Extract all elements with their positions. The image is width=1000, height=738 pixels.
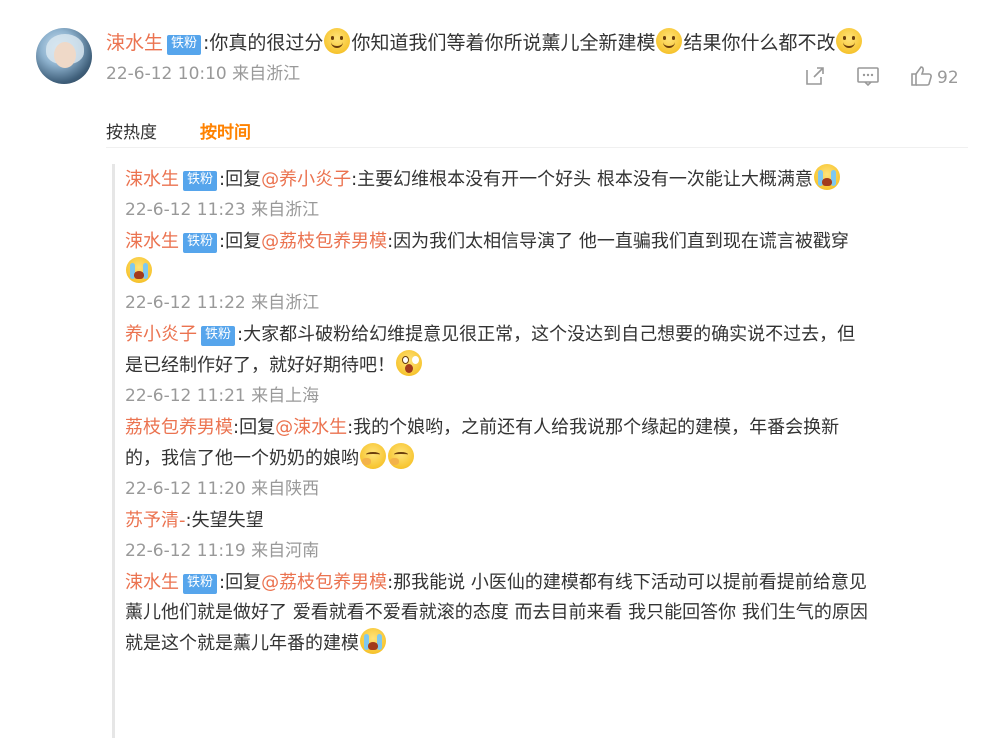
- cry-emoji-icon: [813, 164, 840, 190]
- fan-badge: 铁粉: [183, 233, 218, 253]
- cry-emoji-icon: [360, 628, 386, 654]
- like-icon[interactable]: [909, 64, 935, 92]
- reply-body: 的，我信了他一个奶奶的娘哟: [125, 448, 359, 469]
- main-comment-text: 涑水生 铁粉:你真的很过分 你知道我们等着你所说薰儿全新建模 结果你什么都不改: [106, 28, 976, 58]
- reply-text: 涑水生 铁粉:回复@养小炎子:主要幻维根本没有开一个好头 根本没有一次能让大概满意: [125, 164, 982, 195]
- reply-body: 薰儿他们就是做好了 爱看就看不爱看就滚的态度 而去目前来看 我只能回答你 我们生…: [125, 602, 868, 623]
- reply-text-continued: [125, 257, 982, 288]
- smile-emoji-icon: [656, 28, 683, 54]
- reply-author[interactable]: 涑水生: [125, 231, 179, 252]
- reply-body: :大家都斗破粉给幻维提意见很正常，这个没达到自己想要的确实说不过去，但: [237, 324, 856, 345]
- reply-item: 涑水生 铁粉:回复@养小炎子:主要幻维根本没有开一个好头 根本没有一次能让大概满意…: [125, 164, 982, 223]
- reply-body: :主要幻维根本没有开一个好头 根本没有一次能让大概满意: [351, 169, 813, 190]
- reply-body: :失望失望: [185, 510, 264, 531]
- mention-link[interactable]: @荔枝包养男模: [261, 231, 387, 252]
- like-count: 92: [937, 68, 959, 88]
- reply-item: 涑水生 铁粉:回复@荔枝包养男模:因为我们太相信导演了 他一直骗我们直到现在谎言被…: [125, 227, 982, 316]
- reply-body: 是已经制作好了，就好好期待吧！: [125, 355, 395, 376]
- fan-badge: 铁粉: [167, 35, 202, 55]
- reply-item: 涑水生 铁粉:回复@荔枝包养男模:那我能说 小医仙的建模都有线下活动可以提前看提前…: [125, 568, 982, 659]
- smile-emoji-icon: [324, 28, 351, 54]
- main-comment: 涑水生 铁粉:你真的很过分 你知道我们等着你所说薰儿全新建模 结果你什么都不改 22-…: [106, 28, 976, 86]
- reply-author[interactable]: 涑水生: [125, 169, 179, 190]
- reply-author[interactable]: 涑水生: [125, 572, 179, 593]
- reply-list: 涑水生 铁粉:回复@养小炎子:主要幻维根本没有开一个好头 根本没有一次能让大概满意…: [112, 164, 982, 738]
- fan-badge: 铁粉: [183, 574, 218, 594]
- smile-emoji-icon: [836, 28, 863, 54]
- share-icon[interactable]: [803, 64, 827, 92]
- reply-timestamp: 22-6-12 11:21 来自上海: [125, 386, 320, 406]
- reply-text: 养小炎子 铁粉:大家都斗破粉给幻维提意见很正常，这个没达到自己想要的确实说不过去，…: [125, 320, 982, 350]
- reply-body: :那我能说 小医仙的建模都有线下活动可以提前看提前给意见: [387, 572, 867, 593]
- reply-body: 就是这个就是薰儿年番的建模: [125, 633, 359, 654]
- reply-author[interactable]: 苏予清-: [125, 510, 186, 531]
- fan-badge: 铁粉: [201, 326, 236, 346]
- reply-timestamp: 22-6-12 11:20 来自陕西: [125, 479, 320, 499]
- fan-badge: 铁粉: [183, 171, 218, 191]
- cry-emoji-icon: [126, 257, 152, 283]
- reply-item: 荔枝包养男模:回复@涑水生:我的个娘哟，之前还有人给我说那个缘起的建模，年番会换…: [125, 413, 982, 502]
- thinking-emoji-icon: [360, 443, 386, 469]
- scared-emoji-icon: [396, 350, 422, 376]
- reply-text-continued: 就是这个就是薰儿年番的建模: [125, 628, 982, 659]
- thinking-emoji-icon: [388, 443, 414, 469]
- reply-text-continued: 薰儿他们就是做好了 爱看就看不爱看就滚的态度 而去目前来看 我只能回答你 我们生…: [125, 598, 982, 628]
- reply-text: 荔枝包养男模:回复@涑水生:我的个娘哟，之前还有人给我说那个缘起的建模，年番会换…: [125, 413, 982, 443]
- comment-icon[interactable]: [855, 64, 881, 92]
- mention-link[interactable]: @养小炎子: [261, 169, 351, 190]
- mention-link[interactable]: @荔枝包养男模: [261, 572, 387, 593]
- reply-body: :因为我们太相信导演了 他一直骗我们直到现在谎言被戳穿: [387, 231, 849, 252]
- comment-author[interactable]: 涑水生: [106, 32, 163, 54]
- reply-word: :回复: [219, 231, 262, 252]
- reply-body: :我的个娘哟，之前还有人给我说那个缘起的建模，年番会换新: [347, 417, 840, 438]
- reply-text-continued: 是已经制作好了，就好好期待吧！: [125, 350, 982, 381]
- reply-text: 涑水生 铁粉:回复@荔枝包养男模:那我能说 小医仙的建模都有线下活动可以提前看提前…: [125, 568, 982, 598]
- mention-link[interactable]: @涑水生: [275, 417, 347, 438]
- reply-word: :回复: [219, 572, 262, 593]
- reply-author[interactable]: 荔枝包养男模: [125, 417, 233, 438]
- sort-by-time-tab[interactable]: 按时间: [200, 122, 251, 144]
- sort-by-heat-tab[interactable]: 按热度: [106, 122, 157, 144]
- reply-author[interactable]: 养小炎子: [125, 324, 197, 345]
- comment-text-part: 你知道我们等着你所说薰儿全新建模: [351, 32, 656, 54]
- avatar-face: [54, 42, 76, 68]
- reply-word: :回复: [219, 169, 262, 190]
- sort-bar: 按热度 按时间: [106, 122, 968, 148]
- comment-text-part: 结果你什么都不改: [683, 32, 836, 54]
- reply-text-continued: 的，我信了他一个奶奶的娘哟: [125, 443, 982, 474]
- reply-item: 养小炎子 铁粉:大家都斗破粉给幻维提意见很正常，这个没达到自己想要的确实说不过去，…: [125, 320, 982, 409]
- reply-item: 苏予清-:失望失望 22-6-12 11:19 来自河南: [125, 506, 982, 564]
- comment-timestamp: 22-6-12 10:10 来自浙江: [106, 64, 301, 84]
- comment-text-part: :你真的很过分: [203, 32, 324, 54]
- avatar[interactable]: [36, 28, 92, 84]
- reply-timestamp: 22-6-12 11:19 来自河南: [125, 541, 320, 561]
- reply-text: 苏予清-:失望失望: [125, 506, 982, 536]
- reply-timestamp: 22-6-12 11:23 来自浙江: [125, 200, 320, 220]
- reply-word: :回复: [233, 417, 276, 438]
- reply-text: 涑水生 铁粉:回复@荔枝包养男模:因为我们太相信导演了 他一直骗我们直到现在谎言被…: [125, 227, 982, 257]
- reply-timestamp: 22-6-12 11:22 来自浙江: [125, 293, 320, 313]
